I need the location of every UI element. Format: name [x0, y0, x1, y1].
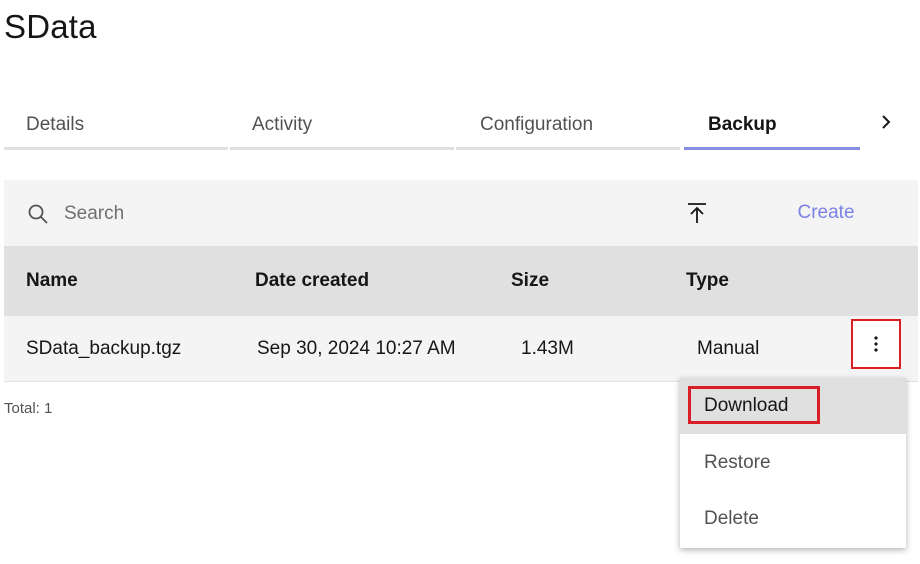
tab-label: Backup: [708, 114, 777, 135]
menu-item-restore[interactable]: Restore: [680, 435, 906, 491]
tab-label: Details: [26, 114, 85, 135]
menu-item-download[interactable]: Download: [680, 378, 906, 434]
column-header-type[interactable]: Type: [686, 270, 729, 292]
table-row: SData_backup.tgz Sep 30, 2024 10:27 AM 1…: [4, 316, 918, 382]
upload-icon[interactable]: [684, 200, 710, 226]
cell-type: Manual: [697, 338, 760, 359]
menu-item-delete[interactable]: Delete: [680, 491, 906, 547]
tab-label: Configuration: [480, 114, 594, 135]
chevron-right-icon: [882, 115, 891, 129]
table-total-count: Total: 1: [4, 400, 53, 417]
table-toolbar: Create: [4, 180, 918, 246]
tab-backup[interactable]: Backup: [684, 100, 860, 150]
highlight-box: [688, 386, 820, 424]
search-input[interactable]: [62, 194, 626, 234]
menu-item-label: Restore: [704, 452, 771, 473]
overflow-menu-icon: [874, 336, 878, 352]
cell-size: 1.43M: [521, 338, 574, 359]
page-title: SData: [4, 8, 97, 45]
search-icon: [28, 204, 48, 224]
column-header-size[interactable]: Size: [511, 270, 549, 292]
column-header-name[interactable]: Name: [26, 270, 78, 292]
create-button[interactable]: Create: [776, 194, 876, 232]
tab-list: Details Activity Configuration Backup: [4, 100, 860, 152]
tab-scroll-right-button[interactable]: [872, 104, 900, 140]
column-header-date-created[interactable]: Date created: [255, 270, 369, 292]
tab-details[interactable]: Details: [4, 100, 228, 150]
table-header: Name Date created Size Type: [4, 246, 918, 316]
tab-label: Activity: [252, 114, 313, 135]
tab-configuration[interactable]: Configuration: [456, 100, 680, 150]
menu-item-label: Delete: [704, 508, 759, 529]
row-overflow-menu: Download Restore Delete: [680, 378, 906, 548]
row-overflow-menu-button[interactable]: [851, 319, 901, 369]
cell-date-created: Sep 30, 2024 10:27 AM: [257, 338, 456, 359]
tab-activity[interactable]: Activity: [230, 100, 454, 150]
cell-name: SData_backup.tgz: [26, 338, 182, 359]
